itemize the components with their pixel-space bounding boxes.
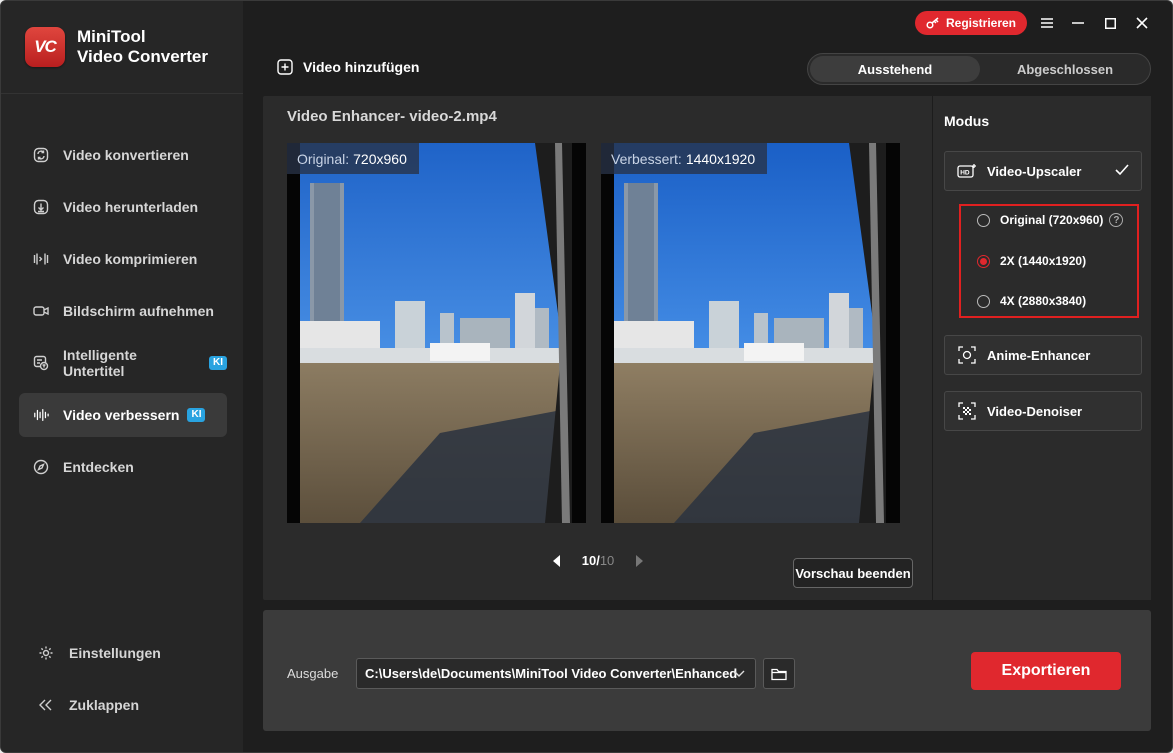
video-denoiser-button[interactable]: Video-Denoiser: [944, 391, 1142, 431]
chevron-down-icon: [733, 670, 745, 677]
sidebar-item-subtitles[interactable]: Intelligente Untertitel KI: [19, 341, 227, 385]
sidebar-item-label: Bildschirm aufnehmen: [63, 303, 214, 319]
option-4x[interactable]: 4X (2880x3840): [977, 294, 1086, 308]
mode-panel: Modus HD Video-Upscaler Original (720x96…: [932, 96, 1151, 600]
ki-badge: KI: [187, 408, 206, 422]
double-chevron-left-icon: [37, 699, 55, 711]
help-icon[interactable]: ?: [1109, 213, 1124, 227]
anime-enhance-icon: [957, 346, 977, 364]
status-tabs: Ausstehend Abgeschlossen: [807, 53, 1151, 85]
register-button[interactable]: Registrieren: [915, 11, 1027, 35]
sidebar-item-record[interactable]: Bildschirm aufnehmen: [19, 289, 227, 333]
option-label: Original (720x960): [1000, 213, 1104, 227]
add-video-button[interactable]: Video hinzufügen: [277, 59, 419, 75]
minimize-button[interactable]: [1067, 12, 1089, 34]
stop-preview-button[interactable]: Vorschau beenden: [793, 558, 913, 588]
sidebar-item-label: Video herunterladen: [63, 199, 199, 215]
register-label: Registrieren: [945, 16, 1017, 30]
app-window: VC MiniTool Video Converter Video konver…: [0, 0, 1173, 753]
app-name: MiniTool Video Converter: [77, 27, 208, 67]
panel-title: Video Enhancer- video-2.mp4: [287, 108, 497, 125]
add-icon: [277, 59, 293, 75]
sidebar-item-convert[interactable]: Video konvertieren: [19, 133, 227, 177]
prev-frame-icon[interactable]: [553, 554, 561, 567]
sidebar-item-label: Intelligente Untertitel: [63, 347, 137, 379]
menu-button[interactable]: [1036, 12, 1058, 34]
minimize-icon: [1072, 22, 1084, 24]
svg-text:HD: HD: [960, 170, 970, 177]
sidebar-item-enhance[interactable]: Video verbessern KI: [19, 393, 227, 437]
output-path-select[interactable]: C:\Users\de\Documents\MiniTool Video Con…: [356, 658, 756, 689]
record-icon: [33, 303, 49, 319]
radio-2x[interactable]: [977, 254, 990, 268]
option-label: 4X (2880x3840): [1000, 294, 1087, 308]
subtitle-icon: [33, 355, 49, 371]
close-button[interactable]: [1131, 12, 1153, 34]
sidebar-item-label: Video komprimieren: [63, 251, 198, 267]
video-denoiser-label: Video-Denoiser: [987, 403, 1083, 419]
close-icon: [1136, 17, 1148, 29]
radio-original[interactable]: [977, 213, 990, 227]
output-path-value: C:\Users\de\Documents\MiniTool Video Con…: [365, 666, 738, 681]
maximize-icon: [1104, 17, 1116, 29]
sidebar-item-label: Video verbessern: [63, 407, 180, 423]
frame-counter: 10/10: [581, 553, 615, 568]
compress-icon: [33, 251, 49, 267]
ki-badge: KI: [209, 356, 227, 370]
download-icon: [33, 199, 49, 215]
tab-done[interactable]: Abgeschlossen: [980, 56, 1150, 82]
sidebar-item-label: Entdecken: [63, 459, 134, 475]
folder-icon: [771, 668, 787, 680]
original-video-frame: [300, 143, 572, 523]
sidebar-item-discover[interactable]: Entdecken: [19, 445, 227, 489]
video-upscaler-label: Video-Upscaler: [987, 163, 1082, 179]
convert-icon: [33, 147, 49, 163]
gear-icon: [37, 645, 55, 661]
checkmark-icon: [1115, 164, 1129, 176]
sidebar: VC MiniTool Video Converter Video konver…: [1, 1, 243, 752]
collapse-button[interactable]: Zuklappen: [37, 697, 139, 713]
option-original[interactable]: Original (720x960) ?: [977, 213, 1124, 227]
brand: VC MiniTool Video Converter: [25, 27, 208, 67]
sidebar-item-compress[interactable]: Video komprimieren: [19, 237, 227, 281]
sidebar-divider: [1, 93, 243, 94]
app-logo: VC: [25, 27, 65, 67]
option-label: 2X (1440x1920): [1000, 254, 1087, 268]
upscale-options: Original (720x960) ? 2X (1440x1920) 4X (…: [959, 204, 1139, 318]
output-label: Ausgabe: [287, 666, 339, 681]
frame-pager: 10/10: [553, 553, 643, 568]
compass-icon: [33, 459, 49, 475]
enhanced-resolution-label: Verbessert: 1440x1920: [601, 143, 768, 174]
maximize-button[interactable]: [1099, 12, 1121, 34]
enhance-icon: [33, 407, 49, 423]
hd-icon: HD: [957, 163, 977, 179]
add-video-label: Video hinzufügen: [303, 59, 420, 75]
browse-folder-button[interactable]: [763, 658, 795, 689]
enhanced-video-frame: [614, 143, 886, 523]
option-2x[interactable]: 2X (1440x1920): [977, 254, 1086, 268]
app-name-line1: MiniTool: [77, 27, 146, 46]
key-icon: [926, 17, 939, 29]
enhanced-preview: Verbessert: 1440x1920: [601, 143, 900, 523]
settings-label: Einstellungen: [69, 645, 161, 661]
video-upscaler-button[interactable]: HD Video-Upscaler: [944, 151, 1142, 191]
settings-button[interactable]: Einstellungen: [37, 645, 161, 661]
export-button[interactable]: Exportieren: [971, 652, 1121, 690]
sidebar-item-label: Video konvertieren: [63, 147, 189, 163]
radio-4x[interactable]: [977, 294, 990, 308]
sidebar-item-download[interactable]: Video herunterladen: [19, 185, 227, 229]
collapse-label: Zuklappen: [69, 697, 140, 713]
anime-enhancer-label: Anime-Enhancer: [987, 347, 1091, 363]
next-frame-icon[interactable]: [635, 554, 643, 567]
original-preview: Original: 720x960: [287, 143, 586, 523]
denoise-icon: [957, 402, 977, 420]
tab-pending[interactable]: Ausstehend: [810, 56, 980, 82]
output-bar: Ausgabe C:\Users\de\Documents\MiniTool V…: [263, 610, 1151, 731]
mode-label: Modus: [944, 113, 990, 129]
anime-enhancer-button[interactable]: Anime-Enhancer: [944, 335, 1142, 375]
app-name-line2: Video Converter: [77, 47, 209, 66]
original-resolution-label: Original: 720x960: [287, 143, 419, 174]
hamburger-icon: [1041, 18, 1053, 28]
